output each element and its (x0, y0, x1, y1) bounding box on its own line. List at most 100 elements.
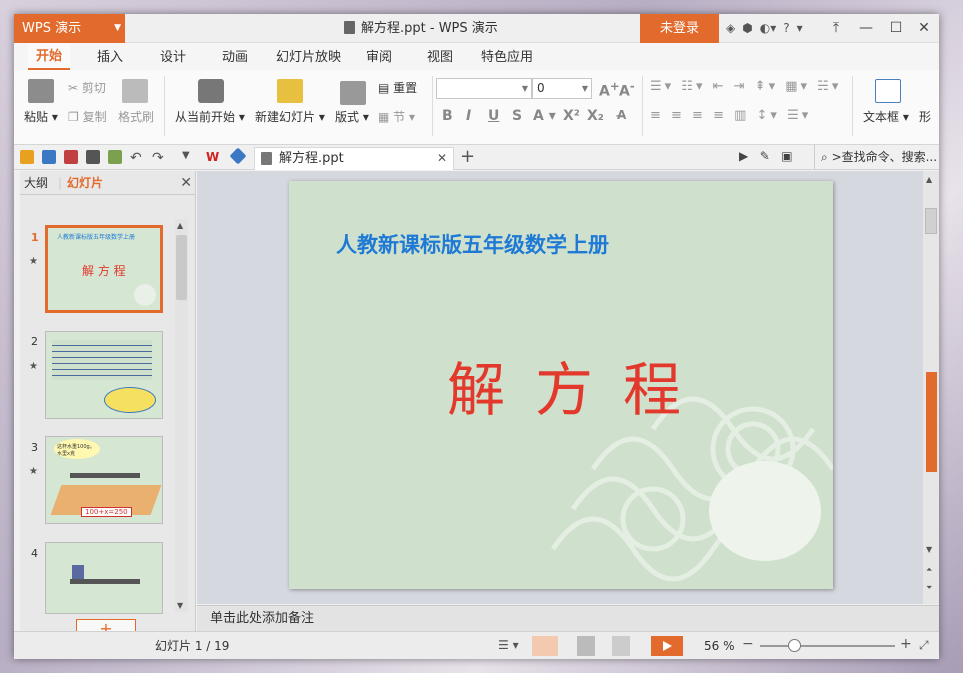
scroll-thumb[interactable] (176, 235, 187, 300)
tab-design[interactable]: 设计 (160, 43, 186, 70)
tab-outline[interactable]: 大纲 (24, 171, 48, 195)
close-button[interactable]: ✕ (910, 14, 938, 43)
thumb-scale (70, 579, 140, 584)
cube-icon[interactable] (229, 147, 247, 165)
tab-view[interactable]: 视图 (427, 43, 453, 70)
scroll-down-icon[interactable]: ▼ (177, 601, 183, 610)
skin-icon[interactable]: ◈ (726, 21, 735, 35)
font-color-icon[interactable]: A ▾ (533, 108, 556, 124)
fit-window-icon[interactable]: ⤢ (919, 638, 929, 653)
help-button[interactable]: ? ▾ (783, 21, 802, 35)
scroll-up-icon[interactable]: ▲ (177, 221, 183, 230)
increase-font-icon[interactable]: A+ (599, 79, 620, 100)
italic-icon[interactable]: I (466, 108, 471, 124)
new-slide-button[interactable]: 新建幻灯片 ▾ (255, 108, 325, 125)
shadow-icon[interactable]: S (512, 108, 522, 124)
thumb-title: 解 方 程 (82, 264, 126, 278)
projector-icon (198, 79, 224, 103)
tab-review[interactable]: 审阅 (366, 43, 392, 70)
wps-logo-icon[interactable]: W (206, 150, 220, 164)
normal-view-button[interactable] (532, 636, 558, 656)
from-current-button[interactable]: 从当前开始 ▾ (175, 108, 245, 125)
next-slide-icon[interactable]: ⏷ (926, 583, 932, 593)
print-preview-icon[interactable] (108, 150, 122, 164)
subscript-icon[interactable]: X₂ (587, 108, 604, 124)
tab-animation[interactable]: 动画 (222, 43, 248, 70)
redo-icon[interactable]: ↷ (152, 150, 166, 166)
pen-icon[interactable]: ✎ (760, 149, 770, 163)
close-panel-icon[interactable]: ✕ (180, 171, 192, 195)
undo-icon[interactable]: ↶ (130, 150, 144, 166)
new-tab-button[interactable]: + (460, 145, 475, 169)
pin-icon[interactable]: ⤒ (822, 14, 850, 43)
underline-icon[interactable]: U (488, 108, 499, 124)
shape-button[interactable]: 形 (919, 108, 931, 125)
reading-view-button[interactable] (612, 636, 630, 656)
side-panel-toggle[interactable] (926, 372, 937, 472)
tab-slideshow[interactable]: 幻灯片放映 (276, 43, 341, 70)
slide-thumbnail-4[interactable] (45, 542, 163, 614)
slide-sorter-button[interactable] (577, 636, 595, 656)
superscript-icon[interactable]: X² (563, 108, 580, 124)
slide-thumbnail-3[interactable]: 这杯水重100g。水里x克 100+x=250 (45, 436, 163, 524)
notes-toggle-icon[interactable]: ☰ ▾ (498, 638, 519, 652)
cut-button[interactable]: ✂ 剪切 (68, 79, 106, 96)
comment-icon[interactable]: ▣ (781, 149, 792, 163)
copy-button[interactable]: ❐ 复制 (68, 108, 107, 125)
divider (164, 76, 165, 136)
scroll-down-icon[interactable]: ▼ (926, 545, 932, 554)
tab-special[interactable]: 特色应用 (481, 43, 533, 70)
close-tab-icon[interactable]: ✕ (437, 148, 447, 169)
slide-thumbnail-2[interactable] (45, 331, 163, 419)
format-painter-button[interactable]: 格式刷 (118, 108, 154, 125)
align-tools[interactable]: ≡ ≡ ≡ ≡ ▥ ↕▾ ☰▾ (650, 108, 811, 123)
print-icon[interactable] (86, 150, 100, 164)
login-button[interactable]: 未登录 (640, 14, 719, 43)
feedback-icon[interactable]: ◐▾ (760, 21, 777, 35)
export-pdf-icon[interactable] (64, 150, 78, 164)
command-search[interactable]: ⌕ >查找命令、搜索... (814, 145, 937, 170)
clear-format-icon[interactable]: A̶ (617, 108, 626, 122)
tab-home[interactable]: 开始 (28, 43, 71, 70)
zoom-in-button[interactable]: + (900, 636, 912, 652)
notes-pane[interactable]: 单击此处添加备注 (197, 605, 939, 631)
list-tools[interactable]: ☰▾ ☷▾ ⇤ ⇥ ⇞▾ ▦▾ ☵▾ (650, 79, 841, 94)
ribbon-home: 粘贴 ▾ ✂ 剪切 ❐ 复制 格式刷 从当前开始 ▾ 新建幻灯片 ▾ 版式 ▾ … (14, 70, 939, 145)
zoom-slider[interactable] (760, 645, 895, 647)
layout-button[interactable]: 版式 ▾ (335, 108, 369, 125)
slide-canvas[interactable]: 人教新课标版五年级数学上册 解方程 (289, 181, 833, 589)
save-icon[interactable] (42, 150, 56, 164)
panel-scrollbar[interactable]: ▲ ▼ (175, 219, 188, 612)
document-tab[interactable]: 解方程.ppt ✕ (254, 147, 454, 170)
slide-thumbnail-1[interactable]: 人教新课标版五年级数学上册 解 方 程 (45, 225, 163, 313)
divider (642, 76, 643, 136)
cloud-icon[interactable]: ⬢ (742, 21, 752, 35)
textbox-button[interactable]: 文本框 ▾ (863, 108, 909, 125)
bold-icon[interactable]: B (442, 108, 453, 124)
scroll-thumb[interactable] (925, 208, 937, 234)
prev-slide-icon[interactable]: ⏶ (926, 565, 932, 575)
decrease-font-icon[interactable]: A- (619, 79, 635, 100)
zoom-out-button[interactable]: − (742, 636, 754, 652)
video-icon[interactable]: ▶ (739, 149, 748, 163)
font-name-combo[interactable]: ▼ (436, 78, 532, 99)
section-icon: ▦ (378, 110, 390, 124)
zoom-slider-knob[interactable] (788, 639, 801, 652)
open-folder-icon[interactable] (20, 150, 34, 164)
wps-window: WPS 演示 ▼ 解方程.ppt - WPS 演示 未登录 ◈ ⬢ ◐▾ ? ▾ ⤒ —… (14, 14, 939, 659)
reset-button[interactable]: ▤ 重置 (378, 79, 417, 96)
font-size-combo[interactable]: 0 ▼ (532, 78, 592, 99)
slide-title[interactable]: 解方程 (447, 343, 711, 427)
wps-app-menu-button[interactable]: WPS 演示 ▼ (14, 14, 125, 43)
scroll-up-icon[interactable]: ▲ (926, 175, 932, 184)
slide-subtitle[interactable]: 人教新课标版五年级数学上册 (336, 229, 609, 259)
search-icon: ⌕ (821, 150, 828, 164)
chevron-down-icon[interactable]: ▼ (182, 150, 196, 164)
tab-slides[interactable]: 幻灯片 (67, 171, 103, 195)
tab-insert[interactable]: 插入 (97, 43, 123, 70)
minimize-button[interactable]: — (852, 14, 880, 43)
play-slideshow-button[interactable] (651, 636, 683, 656)
section-button[interactable]: ▦ 节 ▾ (378, 108, 415, 125)
maximize-button[interactable]: ☐ (882, 14, 910, 43)
paste-button[interactable]: 粘贴 ▾ (24, 108, 58, 125)
